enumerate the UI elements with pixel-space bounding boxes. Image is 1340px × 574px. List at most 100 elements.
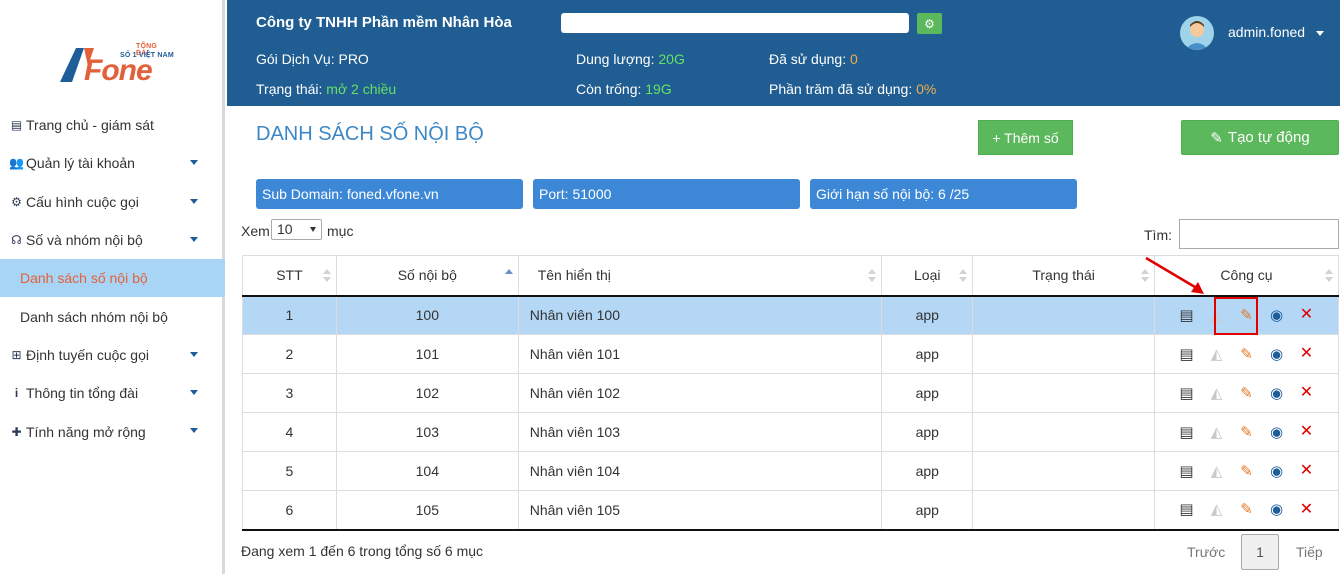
row-tools: ▤ ◭ ✎ ◉ ✕ [1155,463,1338,480]
cell-name: Nhân viên 101 [517,334,883,374]
free-value: 19G [645,81,672,97]
capacity-info: Dung lượng: 20G [576,51,685,67]
username[interactable]: admin.foned [1228,24,1305,40]
pagination-prev[interactable]: Trước [1187,544,1225,560]
used-info: Đã sử dụng: 0 [769,51,858,67]
used-value: 0 [849,51,858,67]
free-info: Còn trống: 19G [576,81,672,97]
clipboard-icon[interactable]: ▤ [1178,307,1195,324]
cell-stt: 5 [242,451,337,491]
sidebar-item-accounts[interactable]: 👥 Quản lý tài khoản [0,144,225,182]
package-info: Gói Dịch Vụ: PRO [256,51,369,67]
cell-stt: 1 [242,295,337,335]
status-value: mở 2 chiều [326,81,397,97]
clipboard-icon[interactable]: ▤ [1178,385,1195,402]
delete-icon[interactable]: ✕ [1298,385,1315,402]
column-header-stt[interactable]: STT [242,255,337,297]
table-row[interactable]: 6 105 Nhân viên 105 app ▤ ◭ ✎ ◉ ✕ [242,490,1339,531]
cell-number: 103 [335,412,519,452]
cell-stt: 2 [242,334,337,374]
sidebar-item-extensions[interactable]: ☊ Số và nhóm nội bộ [0,221,225,259]
table-row[interactable]: 5 104 Nhân viên 104 app ▤ ◭ ✎ ◉ ✕ [242,451,1339,491]
eye-icon[interactable]: ◉ [1268,385,1285,402]
package-value: PRO [338,51,369,67]
avatar[interactable] [1180,16,1214,50]
chevron-down-icon[interactable] [1316,31,1324,36]
sort-icon [868,269,877,283]
column-header-name[interactable]: Tên hiển thị [517,255,883,297]
cell-stt: 3 [242,373,337,413]
eraser-icon[interactable]: ◭ [1208,346,1225,363]
sidebar-item-extension-list[interactable]: Danh sách số nội bộ [0,259,225,298]
sidebar-item-group-list[interactable]: Danh sách nhóm nội bộ [0,297,225,335]
eye-icon[interactable]: ◉ [1268,307,1285,324]
cell-type: app [881,373,974,413]
pagination-next[interactable]: Tiếp [1296,544,1323,560]
delete-icon[interactable]: ✕ [1298,463,1315,480]
settings-gear-button[interactable]: ⚙ [917,13,942,34]
table-row[interactable]: 2 101 Nhân viên 101 app ▤ ◭ ✎ ◉ ✕ [242,334,1339,374]
column-header-type[interactable]: Loại [881,255,974,297]
top-header: Công ty TNHH Phần mềm Nhân Hòa ⚙ Gói Dịc… [227,0,1340,106]
pencil-icon[interactable]: ✎ [1238,501,1255,518]
eye-icon[interactable]: ◉ [1268,501,1285,518]
add-number-button[interactable]: + Thêm số [978,120,1073,155]
delete-icon[interactable]: ✕ [1298,501,1315,518]
sort-icon [322,269,331,283]
avatar-person-icon [1185,21,1209,50]
row-tools: ▤ ◭ ✎ ◉ ✕ [1155,346,1338,363]
clipboard-icon[interactable]: ▤ [1178,463,1195,480]
chevron-down-icon [190,351,198,357]
delete-icon[interactable]: ✕ [1298,346,1315,363]
sidebar-item-dashboard[interactable]: ▤ Trang chủ - giám sát [0,106,225,144]
eye-icon[interactable]: ◉ [1268,346,1285,363]
clipboard-icon[interactable]: ▤ [1178,346,1195,363]
clipboard-icon[interactable]: ▤ [1178,501,1195,518]
pencil-icon[interactable]: ✎ [1238,424,1255,441]
eraser-icon[interactable]: ◭ [1208,463,1225,480]
logo-brand: Fone [84,54,153,87]
subdomain-value: foned.vfone.vn [346,186,439,202]
status-info: Trạng thái: mở 2 chiều [256,81,396,97]
sidebar-item-pbx-info[interactable]: i Thông tin tổng đài [0,374,225,412]
eraser-icon[interactable]: ◭ [1208,424,1225,441]
clipboard-icon[interactable]: ▤ [1178,424,1195,441]
pagination-page-1[interactable]: 1 [1241,534,1279,570]
table-row[interactable]: 3 102 Nhân viên 102 app ▤ ◭ ✎ ◉ ✕ [242,373,1339,413]
vfone-logo[interactable]: TỔNG ĐÀI SỐ 1 VIỆT NAM Fone [58,40,174,88]
sidebar-item-call-config[interactable]: ⚙ Cấu hình cuộc gọi [0,183,225,221]
header-search-input[interactable] [561,13,909,33]
cell-name: Nhân viên 102 [517,373,883,413]
table-search-input[interactable] [1179,219,1339,249]
eraser-icon[interactable]: ◭ [1208,501,1225,518]
puzzle-icon: ✚ [11,424,22,439]
sidebar-item-label: Danh sách nhóm nội bộ [20,308,168,325]
cell-number: 102 [335,373,519,413]
eye-icon[interactable]: ◉ [1268,424,1285,441]
column-header-status[interactable]: Trạng thái [972,255,1156,297]
row-tools: ▤ ◭ ✎ ◉ ✕ [1155,385,1338,402]
cell-status [972,412,1156,452]
company-name: Công ty TNHH Phần mềm Nhân Hòa [256,14,512,31]
pencil-icon[interactable]: ✎ [1238,346,1255,363]
table-row[interactable]: 1 100 Nhân viên 100 app ▤ ◭ ✎ ◉ ✕ [242,295,1339,335]
page-title: DANH SÁCH SỐ NỘI BỘ [256,123,484,145]
eye-icon[interactable]: ◉ [1268,463,1285,480]
percent-label: Phần trăm đã sử dụng: [769,81,917,97]
delete-icon[interactable]: ✕ [1298,307,1315,324]
eraser-icon[interactable]: ◭ [1208,385,1225,402]
cell-type: app [881,295,974,335]
page-size-select[interactable]: 10 [271,219,322,240]
auto-create-button[interactable]: ✎ Tạo tự động [1181,120,1339,155]
table-row[interactable]: 4 103 Nhân viên 103 app ▤ ◭ ✎ ◉ ✕ [242,412,1339,452]
column-header-number[interactable]: Số nội bộ [335,255,519,297]
app-root: TỔNG ĐÀI SỐ 1 VIỆT NAM Fone ▤ Trang chủ … [0,0,1340,574]
sidebar-item-routing[interactable]: ⊞ Định tuyến cuộc gọi [0,336,225,374]
sidebar-menu: ▤ Trang chủ - giám sát 👥 Quản lý tài kho… [0,106,225,451]
delete-icon[interactable]: ✕ [1298,424,1315,441]
pencil-icon[interactable]: ✎ [1238,463,1255,480]
cell-status [972,334,1156,374]
sidebar-item-extensions-features[interactable]: ✚ Tính năng mở rộng [0,412,225,450]
chevron-down-icon [190,390,198,396]
pencil-icon[interactable]: ✎ [1238,385,1255,402]
